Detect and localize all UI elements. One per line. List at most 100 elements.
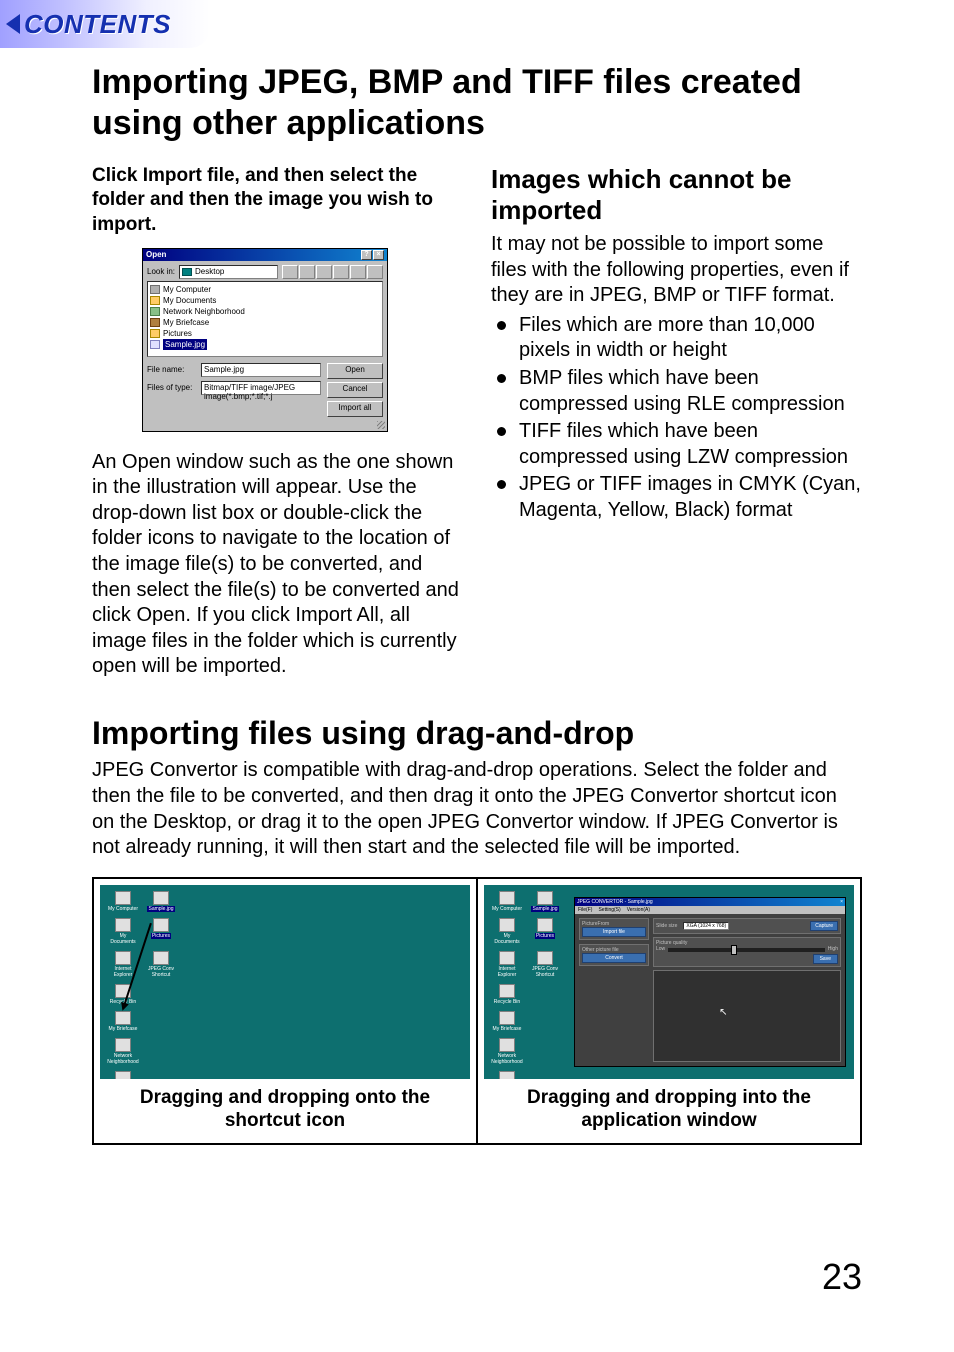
import-all-button[interactable]: Import all <box>327 401 383 417</box>
desktop-glyph-icon <box>537 918 553 932</box>
desktop-icon[interactable]: Sample.jpg <box>530 891 560 912</box>
file-label: My Briefcase <box>163 317 209 328</box>
capture-button[interactable]: Capture <box>810 921 838 931</box>
desktop-glyph-icon <box>499 1071 515 1079</box>
file-list-item[interactable]: My Computer <box>150 284 380 295</box>
desktop-mock-1: My Computer Sample.jpg My Documents Picture… <box>100 885 470 1079</box>
file-label: Sample.jpg <box>163 339 207 350</box>
app-window: JPEG CONVERTOR - Sample.jpg × File(F)Set… <box>574 897 846 1067</box>
menu-item[interactable]: Setting(S) <box>598 907 620 913</box>
file-list-item[interactable]: My Briefcase <box>150 317 380 328</box>
section1-body: An Open window such as the one shown in … <box>92 450 463 680</box>
cannot-import-list: Files which are more than 10,000 pixels … <box>491 313 862 524</box>
section2: Importing files using drag-and-drop JPEG… <box>92 714 862 1145</box>
desktop-glyph-icon <box>115 1071 131 1079</box>
menu-item[interactable]: File(F) <box>578 907 592 913</box>
back-arrow-icon <box>6 14 20 34</box>
desktop-icon-label: My Briefcase <box>109 1026 138 1032</box>
slide-size-combo[interactable]: XGA (1024 x 768) <box>683 922 729 930</box>
contents-label: CONTENTS <box>24 9 171 40</box>
file-list-item[interactable]: Network Neighborhood <box>150 306 380 317</box>
desktop-icon[interactable]: Network Neighborhood <box>108 1038 138 1065</box>
desktop-icon[interactable]: Sample.jpg <box>146 891 176 912</box>
filename-input[interactable]: Sample.jpg <box>201 363 321 377</box>
file-icon <box>150 296 160 305</box>
desktop-mock-2: My Computer Sample.jpg My Documents Picture… <box>484 885 854 1079</box>
desktop-icon[interactable]: Network Neighborhood <box>492 1038 522 1065</box>
desktop-icon[interactable]: My Briefcase <box>108 1011 138 1032</box>
help-icon[interactable]: ? <box>361 250 372 260</box>
desktop-icon[interactable]: My Briefcase <box>492 1011 522 1032</box>
cancel-button[interactable]: Cancel <box>327 382 383 398</box>
desktop-icon[interactable]: Internet Explorer <box>492 951 522 978</box>
desktop-icon[interactable]: Pictures <box>530 918 560 945</box>
desktop-icon[interactable]: Pictures <box>146 918 176 945</box>
section2-title: Importing files using drag-and-drop <box>92 714 862 752</box>
desktop-icon[interactable]: My Documents <box>108 918 138 945</box>
desktop-icon-label: My Briefcase <box>493 1026 522 1032</box>
filetype-combo[interactable]: Bitmap/TIFF image/JPEG image(*.bmp;*.tif… <box>201 381 321 395</box>
desktop-icon[interactable]: My Computer <box>108 891 138 912</box>
file-label: My Documents <box>163 295 216 306</box>
filetype-label: Files of type: <box>147 383 197 392</box>
close-icon[interactable]: × <box>373 250 384 260</box>
figure-1-caption: Dragging and dropping onto the shortcut … <box>100 1087 470 1133</box>
desktop-icon[interactable]: Recycle Bin <box>492 984 522 1005</box>
app-menu[interactable]: File(F) Setting(S) Version(A) <box>575 906 845 914</box>
desktop-icon-label: Internet Explorer <box>492 966 522 978</box>
slide-size-label: Slide size <box>656 923 677 929</box>
figure-row: My Computer Sample.jpg My Documents Picture… <box>92 877 862 1145</box>
desktop-glyph-icon <box>115 918 131 932</box>
quality-low-label: Low <box>656 946 665 952</box>
desktop-glyph-icon <box>537 951 553 965</box>
file-list-item[interactable]: Sample.jpg <box>150 339 380 350</box>
new-folder-icon[interactable] <box>333 265 349 279</box>
app-window-close-icon[interactable]: × <box>840 899 843 905</box>
desktop-button-icon[interactable] <box>316 265 332 279</box>
list-item: JPEG or TIFF images in CMYK (Cyan, Magen… <box>491 472 862 523</box>
desktop-icon[interactable]: My Documents <box>492 918 522 945</box>
desktop-glyph-icon <box>499 984 515 998</box>
desktop-glyph-icon <box>153 918 169 932</box>
desktop-icon[interactable]: My Computer <box>492 891 522 912</box>
save-button[interactable]: Save <box>813 954 838 964</box>
page-number: 23 <box>822 1256 862 1298</box>
desktop-glyph-icon <box>115 1038 131 1052</box>
resize-grip-icon[interactable] <box>143 421 387 431</box>
file-icon <box>150 329 160 338</box>
desktop-icon[interactable]: JPEG Conv Shortcut <box>146 951 176 978</box>
import-file-button[interactable]: Import file <box>582 927 646 937</box>
desktop-icon[interactable]: Microsoft Outlook <box>108 1071 138 1079</box>
details-view-icon[interactable] <box>367 265 383 279</box>
open-button[interactable]: Open <box>327 363 383 379</box>
filename-label: File name: <box>147 365 197 374</box>
desktop-glyph-icon <box>115 951 131 965</box>
desktop-icon-label: JPEG Conv Shortcut <box>530 966 560 978</box>
lookin-label: Look in: <box>147 267 175 276</box>
file-icon <box>150 285 160 294</box>
desktop-glyph-icon <box>153 951 169 965</box>
desktop-glyph-icon <box>115 891 131 905</box>
desktop-glyph-icon <box>153 891 169 905</box>
figure-2-caption: Dragging and dropping into the applicati… <box>484 1087 854 1133</box>
file-icon <box>150 318 160 327</box>
file-list-item[interactable]: Pictures <box>150 328 380 339</box>
up-folder-icon[interactable] <box>299 265 315 279</box>
desktop-icon[interactable]: Microsoft Outlook <box>492 1071 522 1079</box>
section2-body: JPEG Convertor is compatible with drag-a… <box>92 758 862 860</box>
cannot-import-title: Images which cannot be imported <box>491 164 862 226</box>
desktop-icon[interactable]: JPEG Conv Shortcut <box>530 951 560 978</box>
desktop-icon-label: JPEG Conv Shortcut <box>146 966 176 978</box>
menu-item[interactable]: Version(A) <box>627 907 650 913</box>
quality-slider[interactable] <box>668 948 825 952</box>
dropdown-icon[interactable] <box>282 265 298 279</box>
list-view-icon[interactable] <box>350 265 366 279</box>
convert-button[interactable]: Convert <box>582 953 646 963</box>
contents-banner[interactable]: CONTENTS <box>0 0 210 48</box>
section1-title: Importing JPEG, BMP and TIFF files creat… <box>92 62 862 144</box>
file-list-item[interactable]: My Documents <box>150 295 380 306</box>
left-column: Click Import file, and then select the f… <box>92 164 463 680</box>
lookin-combo[interactable]: Desktop <box>179 265 278 279</box>
figure-2: My Computer Sample.jpg My Documents Picture… <box>476 879 860 1143</box>
file-list[interactable]: My ComputerMy DocumentsNetwork Neighborh… <box>147 281 383 357</box>
